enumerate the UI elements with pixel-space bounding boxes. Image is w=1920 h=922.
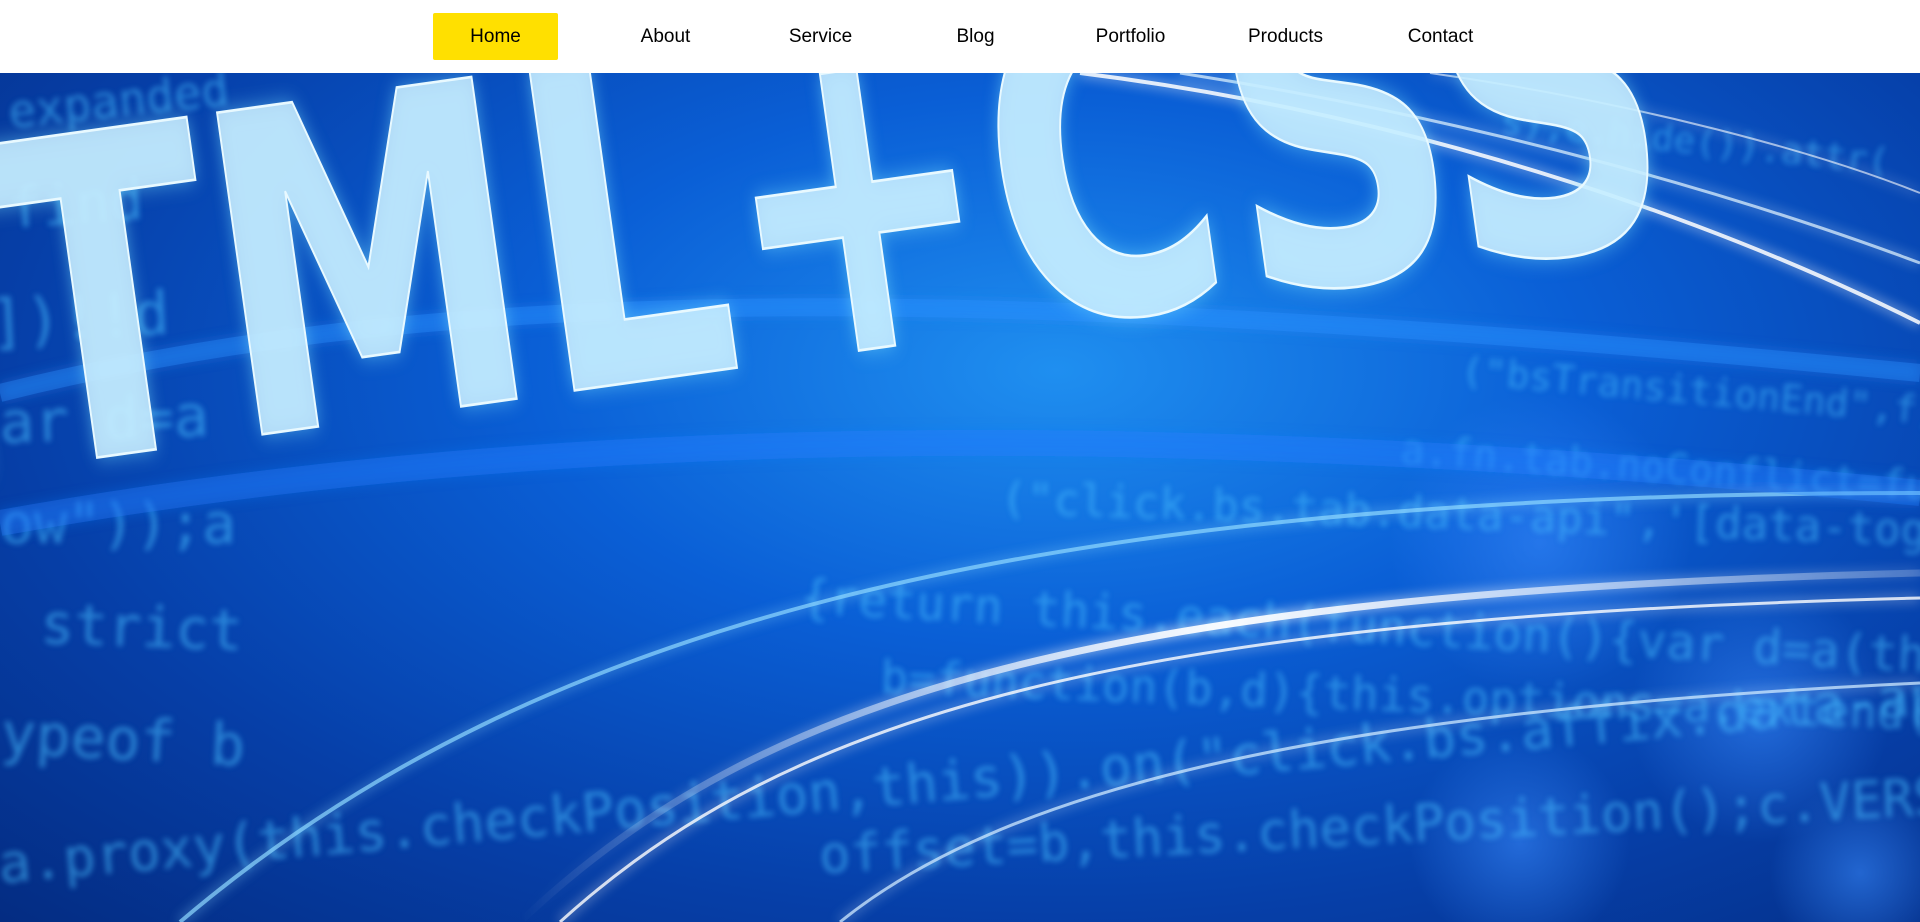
nav-item-blog[interactable]: Blog xyxy=(898,13,1053,60)
nav-item-contact[interactable]: Contact xyxy=(1363,13,1518,60)
nav-item-products[interactable]: Products xyxy=(1208,13,1363,60)
top-navigation-bar: Home About Service Blog Portfolio Produc… xyxy=(0,0,1920,73)
hero-image: expandedfind])!!dar d=aow"));astrictypeo… xyxy=(0,73,1920,922)
nav-item-home[interactable]: Home xyxy=(433,13,558,60)
nav-menu: Home About Service Blog Portfolio Produc… xyxy=(433,13,1518,60)
nav-item-portfolio[interactable]: Portfolio xyxy=(1053,13,1208,60)
nav-item-about[interactable]: About xyxy=(588,13,743,60)
background-code-line: strict xyxy=(40,592,244,664)
nav-item-service[interactable]: Service xyxy=(743,13,898,60)
hero-banner: expanded find])!!d ar d=a ow"));a strict ypeo… xyxy=(0,73,1920,922)
background-code-line: ypeof b xyxy=(0,699,247,780)
